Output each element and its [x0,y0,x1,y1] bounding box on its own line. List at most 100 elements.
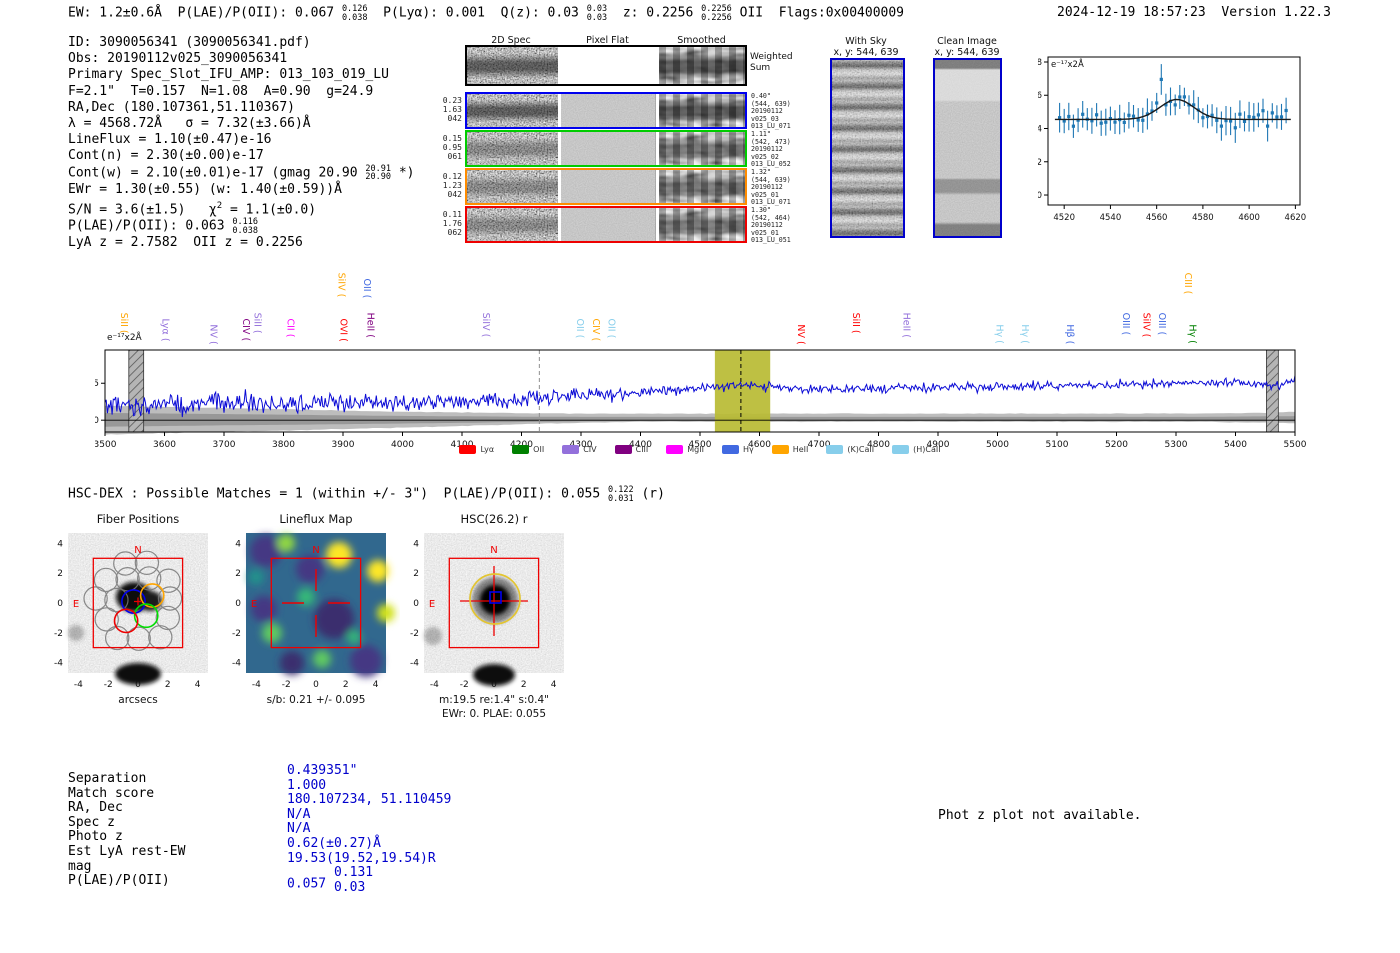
legend-label: HeII [792,445,809,454]
info-line-7: Cont(n) = 2.30(±0.00)e-17 [68,148,264,164]
info-line-2: Primary Spec_Slot_IFU_AMP: 013_103_019_L… [68,67,389,83]
legend-swatch [826,445,844,454]
info-line-8: Cont(w) = 2.10(±0.01)e-17 (gmag 20.90 20… [68,163,415,183]
x-tick-label: 4520 [1053,213,1075,223]
y-tick-label: 0 [95,416,99,426]
match-label-0: Separation [68,771,147,786]
info-line-4: RA,Dec (180.107361,51.110367) [68,99,295,115]
y-tick-label: 5 [95,379,99,389]
info-line-5: λ = 4568.72Å σ = 7.32(±3.66)Å [68,116,311,132]
x-tick-label: 0 [491,680,497,690]
line-label-Hγ: Hγ ( [1019,324,1030,344]
info-line-1: Obs: 20190112v025_3090056341 [68,51,288,67]
x-tick-label: 4 [551,680,557,690]
legend-item-MgII: MgII [666,445,704,454]
legend-item-CIV: CIV [562,445,597,454]
legend-swatch [512,445,530,454]
detection-info-panel: ID: 3090056341 (3090056341.pdf) Obs: 2019… [68,35,415,252]
x-tick-label: -2 [104,680,113,690]
with-sky-image [830,58,905,238]
info-line-9: EWr = 1.30(±0.55) (w: 1.40(±0.59))Å [68,181,342,197]
line-fit-zoom-plot: 4520 4540 4560 4580 4600 4620 0 2 4 6 8 e⁻¹⁷x2Å [1037,50,1313,230]
spec2d-row-3-fiber-info: 1.32" (544, 639) 20190112 v025_01 013_LU_071 [751,168,791,207]
clean-image [933,58,1002,238]
clean-image-title: Clean Image x, y: 544, 639 [934,36,1000,58]
match-label-3: Spec z [68,814,115,830]
hsc-dex-header: HSC-DEX : Possible Matches = 1 (within +… [68,485,665,504]
x-tick-label: 4620 [1285,213,1307,223]
match-value-2: 180.107234, 51.110459 [287,792,452,808]
info-line-12: LyA z = 2.7582 OII z = 0.2256 [68,235,303,251]
spec2d-row-0 [465,45,747,86]
spec2d-row-3 [465,168,747,205]
line-label-OIII: OIII ( [1120,313,1131,336]
line-label-SiII: SiII ( [850,313,861,334]
line-label-OVI: OVI ( [338,319,349,342]
line-label-CIII: CIII ( [1182,273,1193,295]
match-label-5: Est LyA rest-EW [68,843,186,859]
compass-east: E [251,599,257,610]
legend-item-HeII: HeII [771,445,809,454]
match-label-7: P(LAE)/P(OII) [68,873,170,889]
cutout-xlabel-arcsecs: arcsecs [118,694,158,706]
y-tick-label: 2 [57,569,63,579]
spec2d-row-2-fiber-info: 1.11" (542, 473) 20190112 v025_02 013_LU_052 [751,130,791,169]
units-label: e⁻¹⁷x2Å [1051,58,1084,70]
x-tick-label: -2 [460,680,469,690]
match-value-7: 0.057 0.131 0.03 [287,865,374,895]
y-tick-label: -4 [410,659,419,669]
x-tick-label: 4580 [1192,213,1214,223]
legend-swatch [771,445,789,454]
match-value-4: N/A [287,821,311,837]
legend-label: (H)CaII [913,445,941,454]
line-label-CIV: CIV ( [240,319,251,342]
cutout-xlabel-ewr: EWr: 0. PLAE: 0.055 [441,708,547,720]
x-tick-label: 2 [521,680,527,690]
masked-band [128,349,145,433]
compass-north: N [312,545,319,556]
legend-swatch [614,445,632,454]
compass-east: E [73,599,79,610]
spectrum-legend: Lyα OII CIV CIII MgII Hγ HeII (K)CaII (H)CaII [105,445,1295,454]
legend-swatch [459,445,477,454]
cutout-xlabel-sb: s/b: 0.21 +/- 0.095 [266,694,366,706]
y-tick-label: 0 [1038,191,1042,201]
match-value-0: 0.439351" [287,763,358,778]
x-tick-label: 2 [165,680,171,690]
line-label-SiIV: SiIV ( [480,313,491,338]
compass-east: E [429,599,435,610]
legend-item-(K)CaII: (K)CaII [826,445,874,454]
legend-item-OII: OII [512,445,544,454]
line-label-CIV: CIV ( [590,319,601,342]
legend-item-Hγ: Hγ [721,445,754,454]
line-label-SiIV: SiIV ( [1140,313,1151,338]
weighted-sum-label: Weighted Sum [750,52,793,73]
header-datetime-version: 2024-12-19 18:57:23 Version 1.22.3 [1057,5,1331,20]
line-label-SiII: SiII ( [118,313,129,334]
line-label-HeII: HeII ( [901,313,912,338]
compass-north: N [490,545,497,556]
cutout-fiber-positions: -4 -4 -2 -2 0 0 2 2 4 4 N E [54,533,208,690]
match-value-6: 19.53(19.52,19.54)R [287,850,436,866]
y-tick-label: -2 [54,629,63,639]
report-version: Version 1.22.3 [1221,5,1331,20]
y-tick-label: 8 [1038,58,1042,68]
spec2d-row-2 [465,130,747,167]
y-tick-label: -4 [232,659,241,669]
photz-notice: Phot z plot not available. [938,808,1142,823]
match-label-4: Photo z [68,829,123,845]
spec2d-row-4-fiber-info: 1.30" (542, 464) 20190112 v025_01 013_LU_051 [751,206,791,245]
y-tick-label: 0 [413,599,419,609]
x-tick-label: 4 [195,680,201,690]
line-label-OII: OII ( [574,319,585,339]
x-tick-label: 4600 [1238,213,1260,223]
match-label-1: Match score [68,785,155,801]
x-tick-label: -2 [282,680,291,690]
spec2d-row-2-weights: 0.15 0.95 061 [442,134,462,161]
line-label-OIII: OIII ( [1156,313,1167,336]
spec2d-row-1 [465,92,747,129]
y-tick-label: 2 [1038,158,1042,168]
spec2d-row-3-weights: 0.12 1.23 042 [442,172,462,199]
compass-north: N [134,545,141,556]
y-tick-label: -2 [410,629,419,639]
